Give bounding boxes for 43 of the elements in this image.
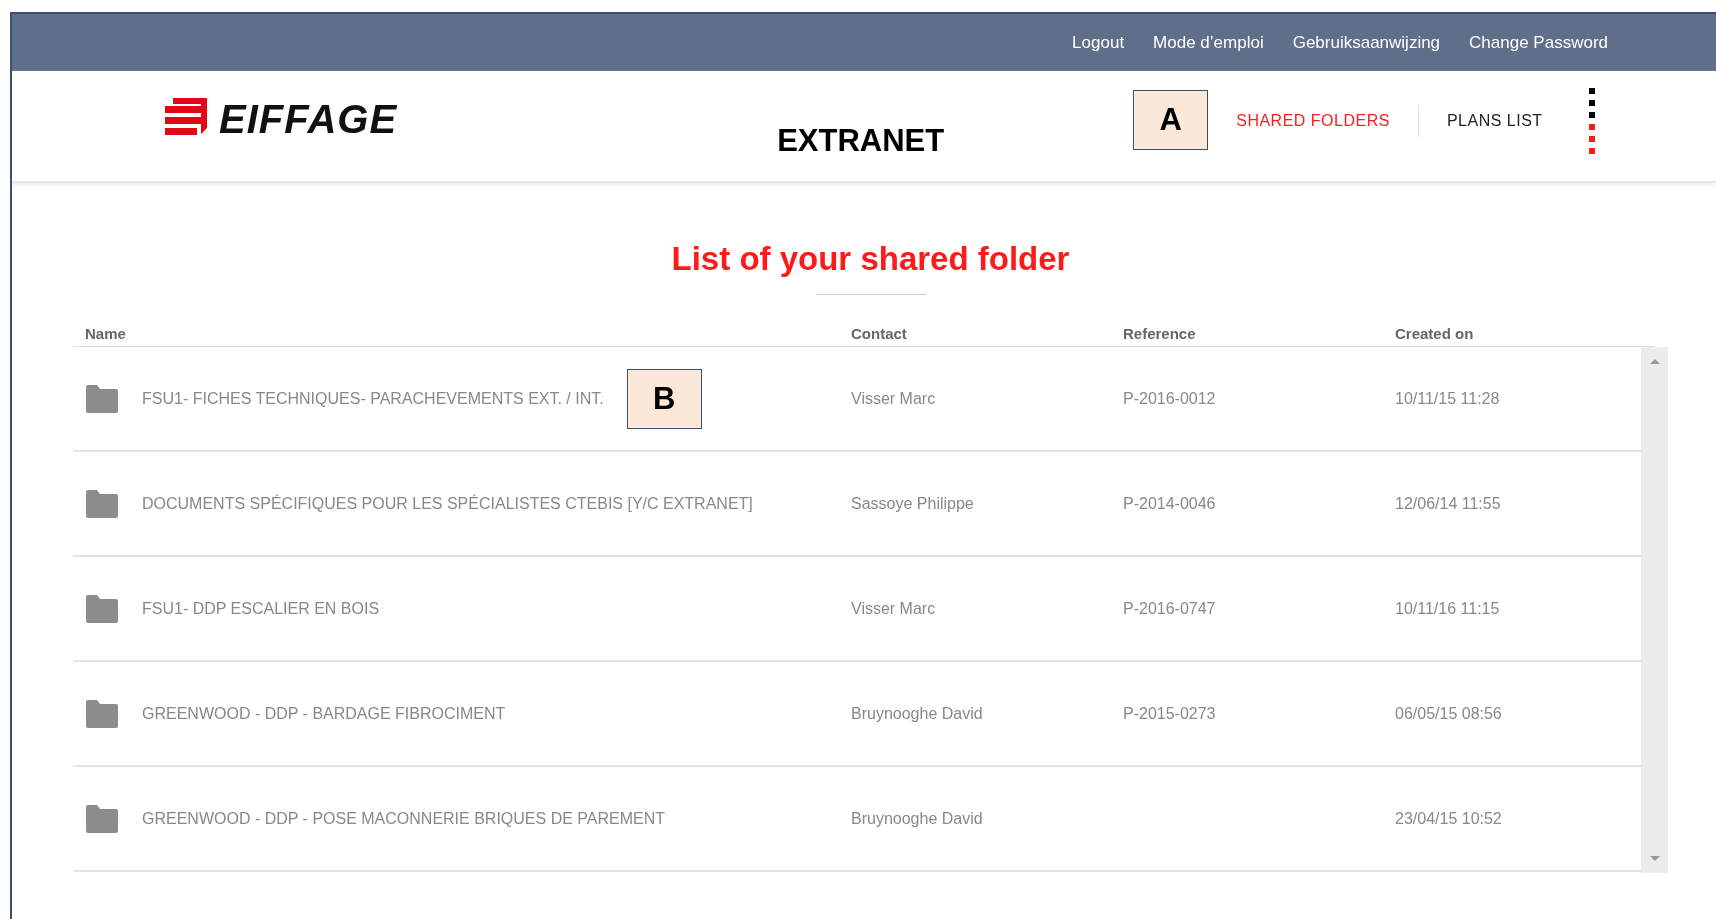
- folder-icon: [85, 593, 119, 624]
- folder-icon: [85, 803, 119, 834]
- page-title: List of your shared folder: [670, 240, 1071, 278]
- table-cell-text: 06/05/15 08:56: [1395, 704, 1503, 723]
- folder-name[interactable]: FSU1- DDP ESCALIER EN BOIS: [142, 599, 380, 618]
- table-cell: P-2015-0273: [1123, 704, 1216, 722]
- table-cell-text: Visser Marc: [851, 389, 937, 408]
- callout-label: A: [1133, 90, 1209, 150]
- table-cell: P-2016-0012: [1123, 389, 1216, 407]
- scrollbar[interactable]: [1641, 347, 1668, 873]
- column-header: Contact: [851, 325, 908, 344]
- top-link[interactable]: Gebruiksaanwijzing: [1292, 32, 1441, 53]
- folder-icon: [85, 698, 119, 729]
- table-cell-text: 10/11/15 11:28: [1395, 389, 1501, 408]
- folder-icon: [85, 488, 119, 519]
- folder-name[interactable]: FSU1- FICHES TECHNIQUES- PARACHEVEMENTS EXT. / INT.: [142, 389, 604, 408]
- column-header: Created on: [1395, 325, 1475, 344]
- scroll-down-icon[interactable]: [1648, 855, 1661, 863]
- nav-tab[interactable]: PLANS LIST: [1446, 112, 1543, 130]
- table-cell-text: 12/06/14 11:55: [1395, 494, 1502, 513]
- logo-text: EIFFAGE: [219, 96, 398, 142]
- top-link[interactable]: Logout: [1072, 32, 1125, 53]
- column-header: Reference: [1123, 325, 1197, 344]
- folder-name[interactable]: DOCUMENTS SPÉCIFIQUES POUR LES SPÉCIALISTES CTEBIS [Y/C EXTRANET]: [142, 494, 753, 513]
- top-link[interactable]: Change Password: [1469, 32, 1608, 53]
- folder-name[interactable]: GREENWOOD - DDP - BARDAGE FIBROCIMENT: [142, 704, 506, 723]
- table-cell: P-2014-0046: [1123, 494, 1216, 512]
- table-cell-text: 10/11/16 11:15: [1395, 599, 1501, 618]
- table-cell-text: 23/04/15 10:52: [1395, 809, 1503, 828]
- folder-icon: [85, 383, 119, 414]
- table-cell-text: Sassoye Philippe: [851, 494, 975, 513]
- top-link[interactable]: Mode d’emploi: [1153, 32, 1264, 53]
- callout-label: B: [626, 368, 702, 429]
- column-header: Name: [85, 325, 127, 344]
- table-cell: P-2016-0747: [1123, 599, 1216, 617]
- scroll-up-icon[interactable]: [1648, 357, 1661, 365]
- table-cell-text: Bruynooghe David: [851, 704, 984, 723]
- folder-name[interactable]: GREENWOOD - DDP - POSE MACONNERIE BRIQUES DE PAREMENT: [142, 809, 666, 828]
- menu-icon[interactable]: [1588, 88, 1595, 154]
- app-title: EXTRANET: [777, 123, 945, 159]
- nav-tab[interactable]: SHARED FOLDERS: [1236, 112, 1390, 130]
- table-cell-text: Bruynooghe David: [851, 809, 984, 828]
- table-cell-text: Visser Marc: [851, 599, 937, 618]
